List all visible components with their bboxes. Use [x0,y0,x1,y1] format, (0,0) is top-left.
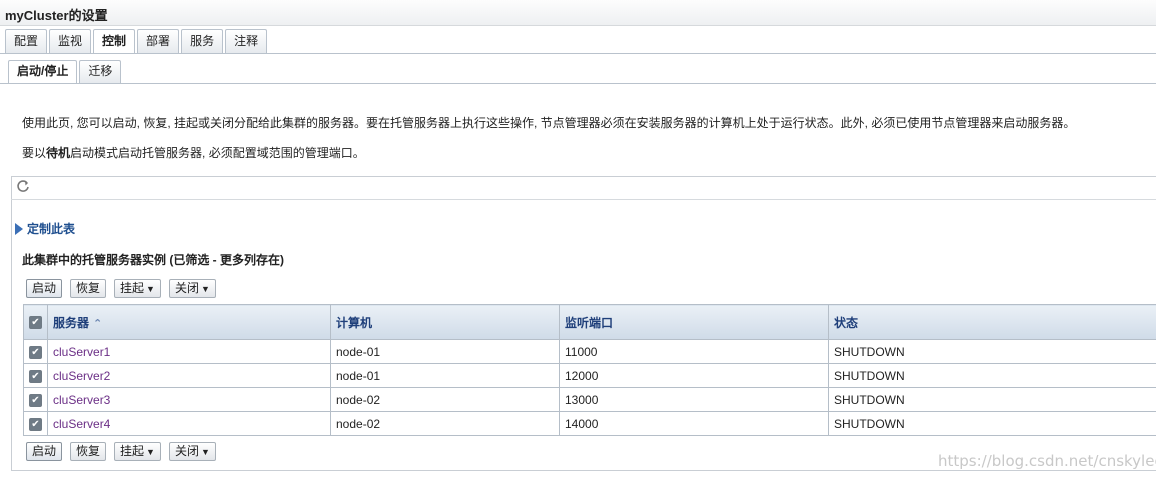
refresh-icon[interactable] [16,179,30,196]
port-cell: 12000 [559,363,829,388]
column-header-port[interactable]: 监听端口 [559,304,829,340]
column-header-label: 服务器 [53,315,90,330]
tab-config[interactable]: 配置 [5,29,48,53]
tab-notes[interactable]: 注释 [225,29,268,53]
port-cell: 11000 [559,339,829,364]
table-row: ✔ cluServer3 node-02 13000 SHUTDOWN [23,387,1156,412]
tab-deploy[interactable]: 部署 [137,29,180,53]
page-title: myCluster的设置 [0,0,1156,26]
machine-cell: node-01 [330,339,560,364]
description-suffix: 启动模式启动托管服务器, 必须配置域范围的管理端口。 [70,146,365,160]
row-select-cell[interactable]: ✔ [23,363,48,388]
tab-migration[interactable]: 迁移 [79,60,122,83]
chevron-down-icon: ▼ [200,447,210,457]
suspend-dropdown[interactable]: 挂起 ▼ [114,442,161,461]
server-link[interactable]: cluServer3 [47,387,331,412]
server-link[interactable]: cluServer4 [47,411,331,436]
row-checkbox[interactable]: ✔ [29,369,42,383]
machine-cell: node-02 [330,411,560,436]
row-select-cell[interactable]: ✔ [23,339,48,364]
select-all-cell[interactable]: ✔ [23,304,48,340]
server-link[interactable]: cluServer2 [47,363,331,388]
state-cell: SHUTDOWN [828,387,1156,412]
description-bold: 待机 [46,146,71,160]
table-row: ✔ cluServer4 node-02 14000 SHUTDOWN [23,411,1156,436]
sort-ascending-icon[interactable]: ⌃ [93,318,102,330]
customize-table-link[interactable]: 定制此表 [15,220,75,237]
tab-monitor[interactable]: 监视 [49,29,92,53]
row-checkbox[interactable]: ✔ [29,345,42,359]
main-tabs: 配置 监视 控制 部署 服务 注释 [5,29,269,54]
chevron-down-icon: ▼ [146,284,155,294]
state-cell: SHUTDOWN [828,411,1156,436]
resume-button[interactable]: 恢复 [70,279,107,298]
row-checkbox[interactable]: ✔ [29,417,42,431]
row-select-cell[interactable]: ✔ [23,411,48,436]
customize-label: 定制此表 [27,222,76,236]
shutdown-dropdown[interactable]: 关闭 ▼ [168,442,216,461]
description-line-1: 使用此页, 您可以启动, 恢复, 挂起或关闭分配给此集群的服务器。要在托管服务器… [22,116,1076,130]
suspend-label: 挂起 [120,281,145,295]
tab-control[interactable]: 控制 [93,29,136,54]
suspend-label: 挂起 [120,444,145,458]
machine-cell: node-01 [330,363,560,388]
action-bar-top: 启动 恢复 挂起 ▼ 关闭 ▼ [26,279,216,298]
suspend-dropdown[interactable]: 挂起 ▼ [114,279,161,298]
row-checkbox[interactable]: ✔ [29,393,42,407]
tabs-divider [0,53,1156,54]
subtabs-divider [0,83,1156,84]
action-bar-bottom: 启动 恢复 挂起 ▼ 关闭 ▼ [26,442,216,461]
description-prefix: 要以 [22,146,47,160]
table-header-row: ✔ 服务器 ⌃ 计算机 监听端口 状态 [23,304,1156,340]
server-link[interactable]: cluServer1 [47,339,331,364]
state-cell: SHUTDOWN [828,363,1156,388]
table-row: ✔ cluServer2 node-01 12000 SHUTDOWN [23,363,1156,388]
servers-table: ✔ 服务器 ⌃ 计算机 监听端口 状态 ✔ cluServer1 node-01 … [23,304,1156,436]
chevron-down-icon: ▼ [200,284,210,294]
expand-triangle-icon [15,222,23,235]
tab-start-stop[interactable]: 启动/停止 [8,60,78,84]
resume-button[interactable]: 恢复 [70,442,107,461]
table-caption: 此集群中的托管服务器实例 (已筛选 - 更多列存在) [22,253,284,267]
start-button[interactable]: 启动 [26,442,63,461]
shutdown-dropdown[interactable]: 关闭 ▼ [168,279,216,298]
start-button[interactable]: 启动 [26,279,63,298]
port-cell: 14000 [559,411,829,436]
select-all-checkbox[interactable]: ✔ [29,316,42,330]
column-header-machine[interactable]: 计算机 [330,304,560,340]
description-line-2: 要以待机启动模式启动托管服务器, 必须配置域范围的管理端口。 [22,144,365,161]
state-cell: SHUTDOWN [828,339,1156,364]
shutdown-label: 关闭 [174,281,199,295]
table-toolbar [11,176,1156,200]
port-cell: 13000 [559,387,829,412]
shutdown-label: 关闭 [174,444,199,458]
column-header-server[interactable]: 服务器 ⌃ [47,304,331,340]
column-header-state[interactable]: 状态 [828,304,1156,340]
row-select-cell[interactable]: ✔ [23,387,48,412]
sub-tabs: 启动/停止 迁移 [8,60,123,84]
machine-cell: node-02 [330,387,560,412]
table-row: ✔ cluServer1 node-01 11000 SHUTDOWN [23,339,1156,364]
tab-services[interactable]: 服务 [181,29,224,53]
chevron-down-icon: ▼ [146,447,155,457]
watermark: https://blog.csdn.net/cnskylee [938,452,1156,470]
